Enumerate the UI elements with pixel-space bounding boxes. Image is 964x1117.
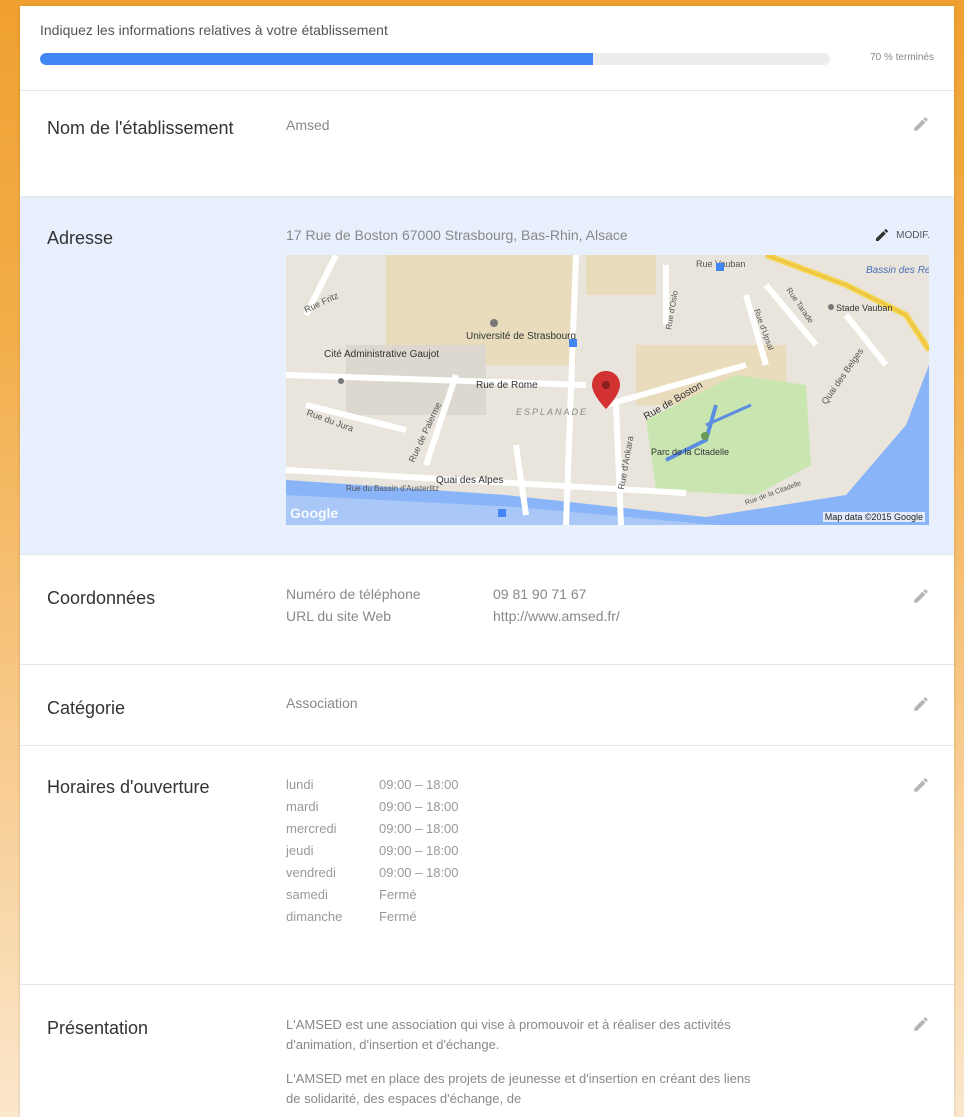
- hours-day: mercredi: [286, 821, 337, 836]
- hours-time: Fermé: [379, 887, 417, 902]
- hours-row: lundi 09:00 – 18:00: [286, 774, 459, 796]
- section-presentation: Présentation L'AMSED est une association…: [20, 985, 954, 1117]
- pencil-icon[interactable]: [912, 695, 930, 713]
- hours-row: jeudi 09:00 – 18:00: [286, 840, 459, 862]
- contact-table: Numéro de téléphone 09 81 90 71 67 URL d…: [286, 583, 620, 627]
- hours-time: 09:00 – 18:00: [379, 799, 459, 814]
- tram-stop-icon: [716, 263, 724, 271]
- section-address-label: Adresse: [47, 228, 114, 248]
- hours-time: 09:00 – 18:00: [379, 865, 459, 880]
- progress-bar-fill: [40, 53, 593, 65]
- map-label-stade: Stade Vauban: [836, 303, 892, 313]
- section-contact-label: Coordonnées: [47, 588, 156, 608]
- hours-day: jeudi: [286, 843, 314, 858]
- section-name-label: Nom de l'établissement: [47, 118, 234, 138]
- hours-time: 09:00 – 18:00: [379, 843, 459, 858]
- hours-day: mardi: [286, 799, 319, 814]
- hours-time: 09:00 – 18:00: [379, 821, 459, 836]
- section-category: Catégorie Association: [20, 665, 954, 746]
- progress-header: Indiquez les informations relatives à vo…: [20, 6, 954, 91]
- section-presentation-label: Présentation: [47, 1018, 149, 1038]
- map-credit: Map data ©2015 Google: [822, 512, 925, 522]
- pencil-icon[interactable]: [912, 1015, 930, 1033]
- section-category-label: Catégorie: [47, 698, 126, 718]
- map-canvas[interactable]: Rue Vauban Bassin des Remparts Stade Vau…: [286, 255, 929, 525]
- presentation-paragraph: L'AMSED est une association qui vise à p…: [286, 1017, 731, 1052]
- hours-row: mardi 09:00 – 18:00: [286, 796, 459, 818]
- map-label-rome: Rue de Rome: [476, 380, 538, 391]
- presentation-paragraph: L'AMSED met en place des projets de jeun…: [286, 1071, 751, 1106]
- url-value[interactable]: http://www.amsed.fr/: [493, 605, 620, 627]
- hours-row: vendredi 09:00 – 18:00: [286, 862, 459, 884]
- pencil-icon: [876, 228, 889, 241]
- hours-day: dimanche: [286, 909, 343, 924]
- hours-table: lundi 09:00 – 18:00 mardi 09:00 – 18:00 me…: [286, 774, 459, 928]
- url-label: URL du site Web: [286, 608, 392, 624]
- map-label-universite: Université de Strasbourg: [466, 331, 576, 342]
- section-hours-label: Horaires d'ouverture: [47, 777, 210, 797]
- phone-value: 09 81 90 71 67: [493, 586, 587, 602]
- hours-row: samedi Fermé: [286, 884, 459, 906]
- section-address: Adresse 17 Rue de Boston 67000 Strasbour…: [20, 197, 954, 555]
- hours-row: mercredi 09:00 – 18:00: [286, 818, 459, 840]
- tram-stop-icon: [498, 509, 506, 517]
- map-google-logo: Google: [290, 505, 339, 521]
- hours-day: lundi: [286, 777, 314, 792]
- section-hours: Horaires d'ouverture lundi 09:00 – 18:00 …: [20, 746, 954, 985]
- presentation-text: L'AMSED est une association qui vise à p…: [286, 1015, 756, 1117]
- map-label-bassin: Bassin des Remparts: [866, 265, 929, 276]
- progress-title: Indiquez les informations relatives à vo…: [40, 22, 388, 38]
- business-info-card: Indiquez les informations relatives à vo…: [20, 6, 954, 1117]
- stadium-icon: [828, 304, 834, 310]
- pencil-icon[interactable]: [912, 115, 930, 133]
- map-label-cite: Cité Administrative Gaujot: [324, 349, 439, 360]
- category-value: Association: [286, 695, 358, 711]
- building-icon: [338, 378, 344, 384]
- park-icon: [701, 432, 709, 440]
- progress-bar: [40, 53, 830, 65]
- pencil-icon[interactable]: [912, 776, 930, 794]
- university-icon: [490, 319, 498, 327]
- hours-time: Fermé: [379, 909, 417, 924]
- tram-stop-icon: [569, 339, 577, 347]
- map-label-esplanade: ESPLANADE: [516, 407, 588, 417]
- progress-percent: 70 % terminés: [870, 52, 934, 63]
- section-name: Nom de l'établissement Amsed: [20, 91, 954, 197]
- hours-day: samedi: [286, 887, 328, 902]
- address-value: 17 Rue de Boston 67000 Strasbourg, Bas-R…: [286, 227, 628, 243]
- hours-time: 09:00 – 18:00: [379, 777, 459, 792]
- map-label-parc: Parc de la Citadelle: [651, 447, 729, 457]
- hours-row: dimanche Fermé: [286, 906, 459, 928]
- map-label-quai-alpes: Quai des Alpes: [436, 475, 503, 486]
- section-contact: Coordonnées Numéro de téléphone 09 81 90…: [20, 555, 954, 665]
- address-edit-label: MODIF.: [896, 229, 930, 241]
- contact-row-phone: Numéro de téléphone 09 81 90 71 67: [286, 583, 620, 605]
- map-label-bassin-austerlitz: Rue du Bassin d'Austerlitz: [346, 484, 439, 493]
- business-name-value: Amsed: [286, 117, 330, 133]
- phone-label: Numéro de téléphone: [286, 586, 421, 602]
- address-edit-button[interactable]: MODIF.: [874, 227, 930, 243]
- address-map[interactable]: Rue Vauban Bassin des Remparts Stade Vau…: [286, 255, 929, 525]
- pencil-icon[interactable]: [912, 587, 930, 605]
- contact-row-url: URL du site Web http://www.amsed.fr/: [286, 605, 620, 627]
- hours-day: vendredi: [286, 865, 336, 880]
